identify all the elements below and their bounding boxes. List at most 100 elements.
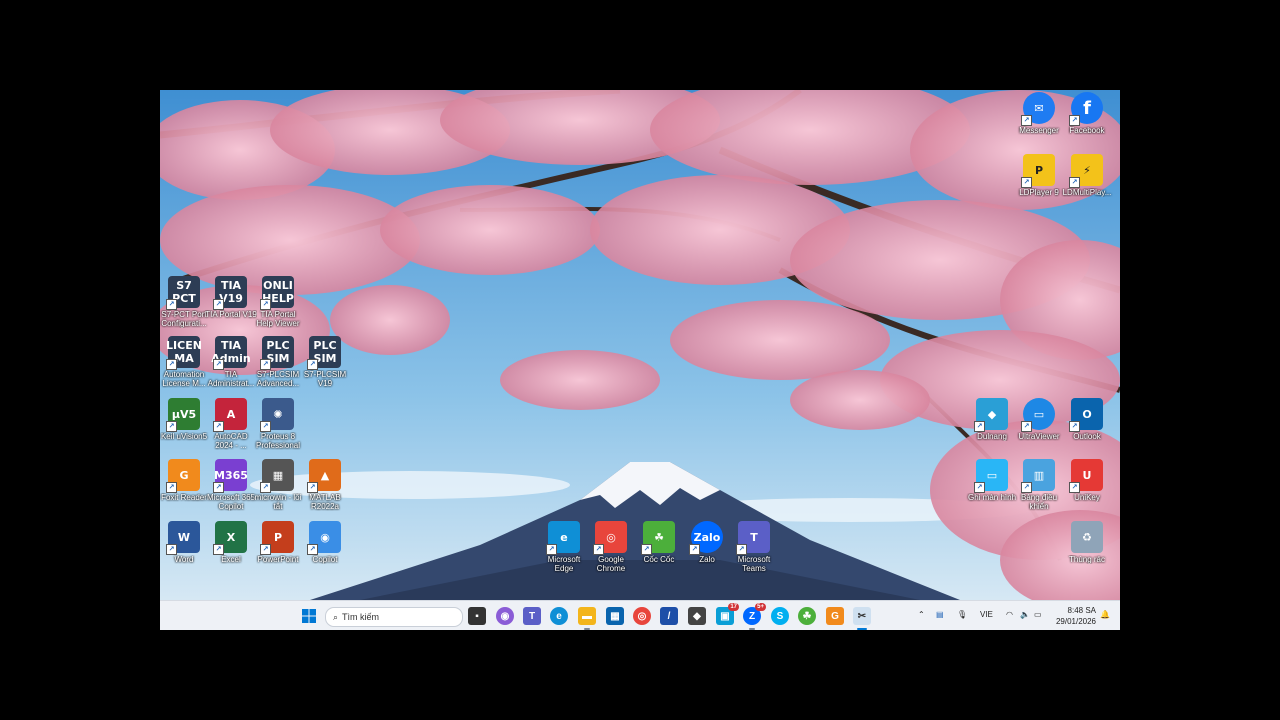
chat-icon: ▣ <box>720 610 730 622</box>
zalo-icon: Z <box>748 610 756 622</box>
task-view-button[interactable]: ▪ <box>468 607 486 625</box>
cube-icon: ◆ <box>693 610 701 622</box>
notification-badge: 17 <box>728 603 739 611</box>
powerpoint-icon: P ↗ <box>260 521 294 555</box>
s7-plcsim-advanced-shortcut[interactable]: PLC SIM ↗ S7-PLCSIM Advanced... <box>252 336 304 388</box>
icon-label: S7-PLCSIM V19 <box>303 370 347 388</box>
powerpoint-shortcut[interactable]: P ↗ PowerPoint <box>252 521 304 564</box>
matlab-shortcut[interactable]: ▲ ↗ MATLAB R2022a <box>299 459 351 511</box>
show-hidden-icons-button[interactable]: ⌃ <box>918 610 925 619</box>
icon-label: LDMultiPlay... <box>1062 188 1112 197</box>
chrome-icon: ◎ <box>637 610 647 622</box>
icon-label: UltraViewer <box>1018 432 1060 441</box>
bang-dieu-khien-icon: ▥ ↗ <box>1021 459 1055 493</box>
copilot-shortcut[interactable]: ◉ ↗ Copilot <box>299 521 351 564</box>
microsoft-365-copilot-shortcut[interactable]: M365 ↗ Microsoft 365 Copilot <box>205 459 257 511</box>
icon-label: TIA Administrat... <box>207 370 255 388</box>
microsoft-edge-shortcut[interactable]: e ↗ Microsoft Edge <box>538 521 590 573</box>
icon-label: LDPlayer 9 <box>1019 188 1059 197</box>
file-explorer-taskbar-button[interactable]: ▬ <box>578 607 596 630</box>
start-button[interactable] <box>300 607 318 625</box>
icon-label: Microsoft 365 Copilot <box>206 493 256 511</box>
teams-icon: T <box>528 610 536 622</box>
zalo-taskbar-button[interactable]: Z 5+ <box>743 603 766 630</box>
google-chrome-shortcut[interactable]: ◎ ↗ Google Chrome <box>585 521 637 573</box>
tia-portal-help-icon: ONLI HELP ↗ <box>260 276 294 310</box>
outlook-shortcut[interactable]: O ↗ Outlook <box>1061 398 1113 441</box>
teams-taskbar-button[interactable]: T <box>523 607 541 625</box>
wifi-icon[interactable]: ◠ <box>1006 610 1013 619</box>
facebook-shortcut[interactable]: f ↗ Facebook <box>1061 92 1113 135</box>
search-placeholder: Tìm kiếm <box>342 612 380 622</box>
bang-dieu-khien-shortcut[interactable]: ▥ ↗ Bảng điều khiển <box>1013 459 1065 511</box>
foxit-taskbar-button[interactable]: G <box>826 607 844 625</box>
snipping-taskbar-button[interactable]: ✂ <box>853 607 871 630</box>
icon-label: Messenger <box>1019 126 1059 135</box>
icon-label: Dulnang <box>977 432 1007 441</box>
icon-label: Keil uVision5 <box>160 432 208 441</box>
word-shortcut[interactable]: W ↗ Word <box>160 521 210 564</box>
unknown-blue-icon: ◆ ↗ <box>974 398 1008 432</box>
microsoft-teams-shortcut[interactable]: T ↗ Microsoft Teams <box>728 521 780 573</box>
ldmultiplayer-shortcut[interactable]: ⚡ ↗ LDMultiPlay... <box>1061 154 1113 197</box>
teams-chat-taskbar-button[interactable]: ▣ 17 <box>716 603 739 625</box>
icon-label: Microsoft Edge <box>547 555 581 573</box>
battery-icon[interactable]: ▭ <box>1034 610 1042 619</box>
foxit-reader-icon: G ↗ <box>166 459 200 493</box>
unikey-shortcut[interactable]: U ↗ UniKey <box>1061 459 1113 502</box>
store-taskbar-button[interactable]: ▦ <box>606 607 624 625</box>
foxit-icon: G <box>831 610 839 622</box>
s7-plcsim-v19-shortcut[interactable]: PLC SIM ↗ S7-PLCSIM V19 <box>299 336 351 388</box>
zalo-icon: Zalo ↗ <box>689 521 723 555</box>
tia-taskbar-button[interactable]: ◆ <box>688 607 706 625</box>
app-icon: / <box>667 610 671 622</box>
unknown-blue-shortcut[interactable]: ◆ ↗ Dulnang <box>966 398 1018 441</box>
icon-label: Copilot <box>312 555 338 564</box>
coc-coc-shortcut[interactable]: ☘ ↗ Cốc Cốc <box>633 521 685 564</box>
volume-icon[interactable]: 🔈 <box>1020 610 1030 619</box>
keil-uvision5-icon: µV5 ↗ <box>166 398 200 432</box>
proteus-shortcut[interactable]: ✺ ↗ Proteus 8 Professional <box>252 398 304 450</box>
facebook-icon: f ↗ <box>1069 92 1103 126</box>
keil-uvision5-shortcut[interactable]: µV5 ↗ Keil uVision5 <box>160 398 210 441</box>
coccoc-taskbar-button[interactable]: ☘ <box>798 607 816 625</box>
edge-taskbar-button[interactable]: e <box>550 607 568 625</box>
icon-label: Thùng rác <box>1068 555 1106 564</box>
recycle-bin-shortcut[interactable]: ♻ Thùng rác <box>1061 521 1113 564</box>
clock[interactable]: 8:48 SA 29/01/2026 <box>1056 605 1096 627</box>
keyboard-icon[interactable]: ▤ <box>936 610 944 619</box>
recycle-bin-icon: ♻ <box>1071 521 1103 553</box>
messenger-icon: ✉ ↗ <box>1021 92 1055 126</box>
icon-label: AutoCAD 2024 - ... <box>214 432 248 450</box>
screen-recorder-shortcut[interactable]: ▭ ↗ Ghi màn hình <box>966 459 1018 502</box>
foxit-reader-shortcut[interactable]: G ↗ Foxit Reader <box>160 459 210 502</box>
taskbar-search[interactable]: ⌕ Tìm kiếm <box>325 607 463 627</box>
icon-label: UniKey <box>1074 493 1100 502</box>
automation-license-shortcut[interactable]: LICEN MA ↗ Automation License M... <box>160 336 210 388</box>
taskbar: ⌕ Tìm kiếm ▪ ◉ T e ▬ ▦ ◎ / ◆ ▣ 17 Z 5+ S ☘… <box>160 600 1120 630</box>
tia-portal-v19-shortcut[interactable]: TIA V19 ↗ TIA Portal V19 <box>205 276 257 319</box>
app-taskbar-button[interactable]: / <box>660 607 678 625</box>
chrome-taskbar-button[interactable]: ◎ <box>633 607 651 625</box>
ultraviewer-shortcut[interactable]: ▭ ↗ UltraViewer <box>1013 398 1065 441</box>
copilot-taskbar-button[interactable]: ◉ <box>496 607 514 625</box>
tia-portal-help-shortcut[interactable]: ONLI HELP ↗ TIA Portal Help Viewer <box>252 276 304 328</box>
microsoft-365-copilot-icon: M365 ↗ <box>213 459 248 493</box>
notifications-icon[interactable]: 🔔 <box>1100 610 1110 619</box>
skype-taskbar-button[interactable]: S <box>771 607 789 625</box>
autocad-shortcut[interactable]: A ↗ AutoCAD 2024 - ... <box>205 398 257 450</box>
tia-administrator-icon: TIA Admin ↗ <box>211 336 251 370</box>
microphone-icon[interactable]: 🎙 <box>957 610 967 619</box>
search-icon: ⌕ <box>333 611 339 622</box>
ldplayer-shortcut[interactable]: P ↗ LDPlayer 9 <box>1013 154 1065 197</box>
folder-icon: ▬ <box>582 610 592 622</box>
excel-shortcut[interactable]: X ↗ Excel <box>205 521 257 564</box>
microwin-shortcut[interactable]: ▦ ↗ microwin - lối tắt <box>252 459 304 511</box>
language-indicator[interactable]: VIE <box>980 610 993 619</box>
s7-pct-shortcut[interactable]: S7 PCT ↗ S7-PCT Port Configurati... <box>160 276 210 328</box>
tia-administrator-shortcut[interactable]: TIA Admin ↗ TIA Administrat... <box>205 336 257 388</box>
messenger-shortcut[interactable]: ✉ ↗ Messenger <box>1013 92 1065 135</box>
ldplayer-icon: P ↗ <box>1021 154 1055 188</box>
zalo-shortcut[interactable]: Zalo ↗ Zalo <box>681 521 733 564</box>
edge-icon: e <box>556 610 562 622</box>
